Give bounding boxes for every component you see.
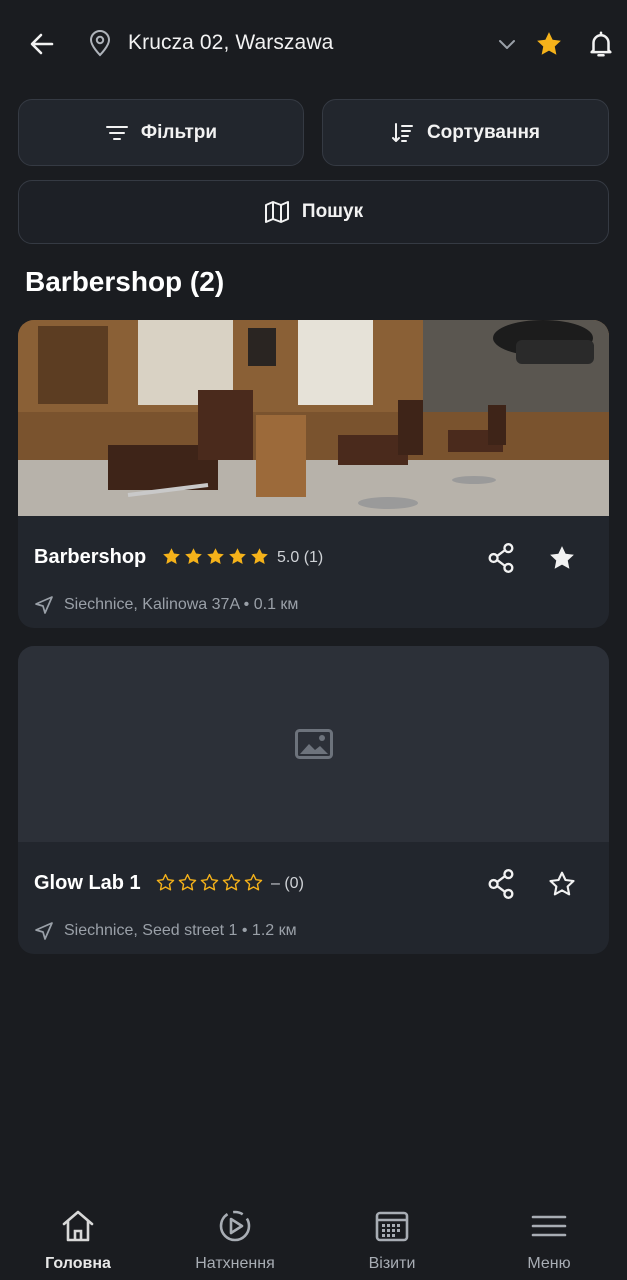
nav-label: Натхнення [195, 1255, 275, 1272]
results-title: Barbershop (2) [25, 266, 225, 297]
search-label: Пошук [301, 201, 364, 222]
image-placeholder-icon [294, 729, 333, 759]
play-circle-icon [219, 1210, 251, 1242]
salon-card[interactable]: Barbershop 5.0 (1) Siechnice, Kalinowa 3… [18, 320, 609, 628]
nav-label: Візити [368, 1255, 416, 1272]
nav-inspiration[interactable]: Натхнення [157, 1188, 313, 1280]
top-bar: Krucza 02, Warszawa [0, 0, 627, 86]
map-search-button[interactable]: Пошук [18, 180, 609, 244]
star-outline-icon [222, 873, 241, 891]
bottom-navigation: Головна Натхнення Візити Меню [0, 1188, 627, 1280]
bell-icon[interactable] [586, 29, 616, 59]
navigation-arrow-icon [35, 922, 53, 940]
star-outline-icon [200, 873, 219, 891]
star-rating [155, 872, 264, 893]
star-filled-icon [229, 548, 246, 565]
favorite-star-outline-icon[interactable] [547, 869, 577, 899]
map-icon [264, 201, 289, 223]
salon-address: Siechnice, Seed street 1 • 1.2 км [64, 922, 297, 939]
salon-card[interactable]: Glow Lab 1 – (0) Siechnice, Seed street … [18, 646, 609, 954]
star-outline-icon [244, 873, 263, 891]
nav-home[interactable]: Головна [0, 1188, 156, 1280]
filter-lines-icon [105, 125, 128, 140]
star-filled-icon [185, 548, 202, 565]
back-arrow-icon[interactable] [28, 30, 56, 58]
filters-label: Фільтри [140, 121, 218, 143]
nav-menu[interactable]: Меню [471, 1188, 627, 1280]
rating-text: 5.0 (1) [277, 549, 324, 566]
app-screen: Krucza 02, Warszawa Фільтри Сортування П… [0, 0, 627, 1280]
location-pin-icon [89, 30, 111, 57]
star-outline-icon [178, 873, 197, 891]
home-icon [62, 1210, 94, 1242]
star-rating [161, 546, 270, 567]
chevron-down-icon[interactable] [496, 34, 518, 54]
salon-address: Siechnice, Kalinowa 37A • 0.1 км [64, 596, 299, 613]
share-icon[interactable] [486, 868, 516, 900]
sort-icon [391, 122, 413, 142]
rating-text: – (0) [271, 875, 304, 892]
filters-button[interactable]: Фільтри [18, 99, 304, 166]
share-icon[interactable] [486, 542, 516, 574]
salon-name: Barbershop [34, 546, 147, 568]
navigation-arrow-icon [35, 596, 53, 614]
star-outline-icon [156, 873, 175, 891]
nav-label: Меню [527, 1255, 571, 1272]
salon-photo [18, 320, 609, 516]
nav-label: Головна [45, 1255, 111, 1272]
favorites-star-icon[interactable] [534, 29, 564, 59]
star-filled-icon [163, 548, 180, 565]
sort-label: Сортування [426, 121, 541, 143]
image-placeholder [18, 646, 609, 842]
calendar-icon [375, 1211, 409, 1242]
favorite-star-filled-icon[interactable] [547, 543, 577, 573]
hamburger-menu-icon [531, 1215, 567, 1237]
location-selector[interactable]: Krucza 02, Warszawa [128, 31, 333, 55]
salon-name: Glow Lab 1 [34, 872, 141, 894]
sort-button[interactable]: Сортування [322, 99, 609, 166]
star-filled-icon [251, 548, 268, 565]
nav-visits[interactable]: Візити [314, 1188, 470, 1280]
star-filled-icon [207, 548, 224, 565]
